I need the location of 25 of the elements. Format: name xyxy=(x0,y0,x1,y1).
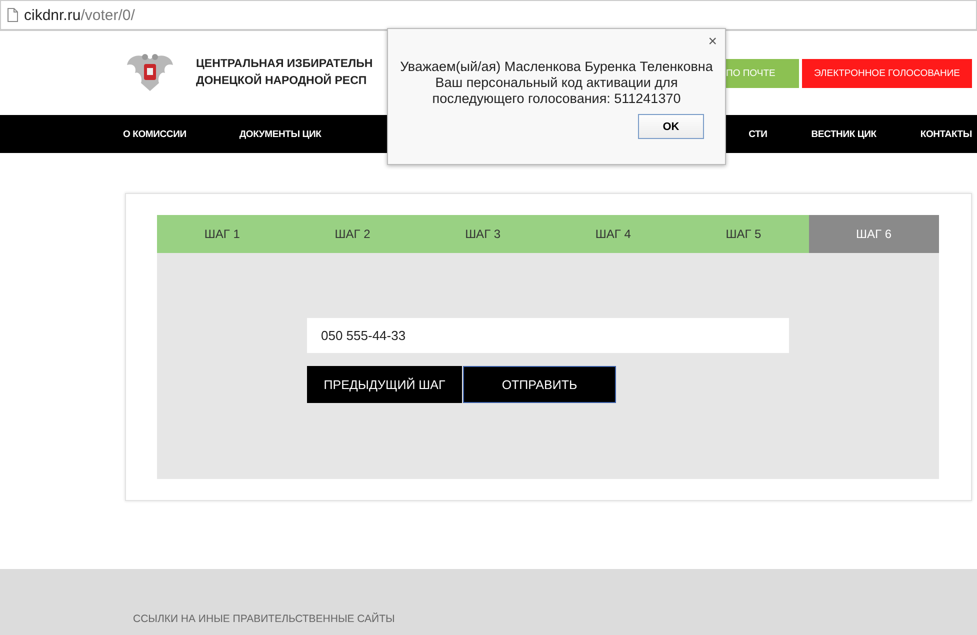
step-tab[interactable]: ШАГ 3 xyxy=(418,215,548,253)
nav-link[interactable]: КОНТАКТЫ xyxy=(920,128,972,140)
previous-step-button[interactable]: ПРЕДЫДУЩИЙ ШАГ xyxy=(307,366,462,403)
nav-link[interactable]: ДОКУМЕНТЫ ЦИК xyxy=(239,128,322,140)
ok-button[interactable]: OK xyxy=(638,114,704,139)
page-icon xyxy=(7,8,18,22)
step-tab[interactable]: ШАГ 1 xyxy=(157,215,288,253)
nav-link[interactable]: ВЕСТНИК ЦИК xyxy=(811,128,876,140)
submit-button[interactable]: ОТПРАВИТЬ xyxy=(463,366,616,403)
step-tab[interactable]: ШАГ 2 xyxy=(287,215,418,253)
dialog-message-line: Уважаем(ый/ая) Масленкова Буренка Теленковна xyxy=(399,59,714,75)
nav-link[interactable]: СТИ xyxy=(748,128,768,140)
footer-heading: ССЫЛКИ НА ИНЫЕ ПРАВИТЕЛЬСТВЕННЫЕ САЙТЫ xyxy=(133,613,395,625)
phone-input-field[interactable]: 050 555-44-33 xyxy=(307,318,789,353)
nav-link[interactable]: О КОМИССИИ xyxy=(123,128,186,140)
address-field[interactable]: cikdnr.ru/voter/0/ xyxy=(0,0,977,30)
header-button[interactable]: ЭЛЕКТРОННОЕ ГОЛОСОВАНИЕ xyxy=(802,58,972,88)
site-title-line: ДОНЕЦКОЙ НАРОДНОЙ РЕСП xyxy=(196,73,368,89)
step-tab[interactable]: ШАГ 4 xyxy=(548,215,678,253)
dialog-message-line: последующего голосования: 511241370 xyxy=(431,91,682,107)
url-text: cikdnr.ru/voter/0/ xyxy=(24,6,135,24)
dialog-message-line: Ваш персональный код активации для xyxy=(434,75,679,91)
site-title-line: ЦЕНТРАЛЬНАЯ ИЗБИРАТЕЛЬН xyxy=(196,57,373,72)
step-tab[interactable]: ШАГ 5 xyxy=(678,215,809,253)
close-button[interactable]: × xyxy=(708,33,717,50)
